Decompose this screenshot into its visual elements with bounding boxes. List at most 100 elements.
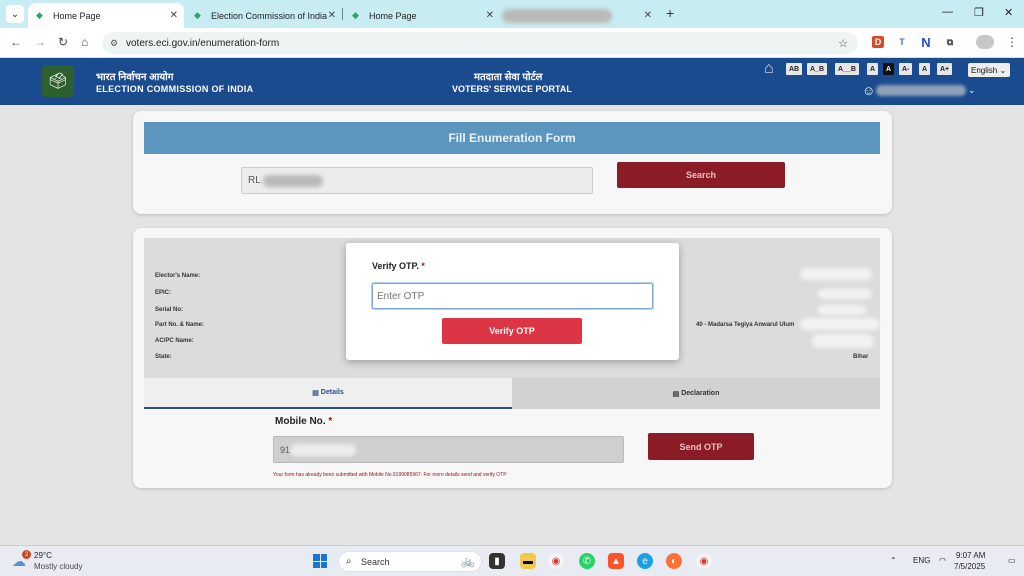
font-normal-button[interactable]: A bbox=[919, 63, 931, 75]
search-button[interactable]: Search bbox=[617, 162, 785, 188]
bicycle-icon: 🚲 bbox=[461, 556, 475, 568]
url-text: voters.eci.gov.in/enumeration-form bbox=[126, 37, 280, 49]
input-language[interactable]: ENG bbox=[913, 556, 930, 565]
wifi-icon[interactable]: ◠ bbox=[939, 556, 946, 565]
eci-site-header: 🗳 भारत निर्वाचन आयोग ELECTION COMMISSION… bbox=[0, 58, 1024, 105]
minimize-icon[interactable]: — bbox=[942, 6, 953, 18]
mobile-label-text: Mobile No. bbox=[275, 416, 326, 427]
chrome-profile-icon[interactable]: ◉ bbox=[696, 553, 712, 569]
taskbar-search[interactable]: ⌕ Search 🚲 bbox=[338, 551, 482, 572]
form-tabs: ▤ Details ▤ Declaration bbox=[144, 378, 880, 409]
site-info-icon[interactable]: ⚙ bbox=[110, 38, 118, 49]
eci-favicon-icon: ◆ bbox=[36, 10, 43, 20]
close-icon[interactable]: ✕ bbox=[644, 10, 652, 21]
verify-otp-button[interactable]: Verify OTP bbox=[442, 318, 582, 344]
font-increase-button[interactable]: A+ bbox=[937, 63, 953, 75]
redacted-value bbox=[818, 289, 872, 299]
eci-favicon-icon: ◆ bbox=[352, 10, 359, 20]
windows-start-icon[interactable] bbox=[313, 554, 327, 568]
redacted-tab-title bbox=[502, 9, 612, 23]
search-label: Search bbox=[361, 556, 390, 567]
tab-title: Election Commission of India bbox=[211, 10, 328, 21]
reload-icon[interactable]: ↻ bbox=[58, 35, 68, 49]
redacted-value bbox=[800, 318, 880, 330]
accessibility-dark-theme[interactable]: A bbox=[883, 63, 895, 75]
redacted-mobile bbox=[290, 443, 357, 456]
serial-no-label: Serial No: bbox=[155, 307, 184, 313]
required-mark: * bbox=[328, 416, 333, 427]
windows-taskbar: ☁ 2 29°C Mostly cloudy ⌕ Search 🚲 ▮ ▬ ◉ … bbox=[0, 545, 1024, 576]
firefox-icon[interactable]: ◐ bbox=[666, 553, 682, 569]
restore-icon[interactable]: ❐ bbox=[974, 6, 984, 19]
browser-menu-icon[interactable]: ⋮ bbox=[1006, 35, 1018, 49]
chevron-up-icon[interactable]: ⌃ bbox=[890, 556, 897, 565]
notification-icon[interactable]: ▭ bbox=[1008, 556, 1016, 565]
chrome-icon[interactable]: ◉ bbox=[548, 553, 564, 569]
redacted-value bbox=[800, 268, 872, 280]
home-icon[interactable]: ⌂ bbox=[81, 35, 88, 49]
mobile-value: 91 bbox=[280, 444, 291, 455]
tab-home-page[interactable]: ◆ Home Page ✕ bbox=[28, 3, 184, 28]
tab-home-page-2[interactable]: ◆ Home Page ✕ bbox=[344, 3, 500, 28]
required-mark: * bbox=[421, 261, 425, 271]
tab-election-commission[interactable]: ◆ Election Commission of India ✕ bbox=[186, 3, 342, 28]
tab-details-label: Details bbox=[320, 389, 344, 396]
address-bar[interactable]: ⚙ voters.eci.gov.in/enumeration-form ☆ bbox=[102, 32, 858, 54]
file-explorer-icon[interactable]: ▬ bbox=[520, 553, 536, 569]
font-decrease-button[interactable]: A- bbox=[899, 63, 913, 75]
otp-input[interactable] bbox=[371, 282, 654, 310]
accessibility-light-theme[interactable]: A bbox=[867, 63, 879, 75]
translate-extension-icon[interactable]: T bbox=[896, 36, 908, 48]
org-name-hindi: भारत निर्वाचन आयोग bbox=[96, 72, 174, 83]
language-select[interactable]: English ⌄ bbox=[968, 63, 1010, 77]
bookmark-star-icon[interactable]: ☆ bbox=[838, 37, 848, 50]
tab-title: Home Page bbox=[53, 10, 101, 21]
close-icon[interactable]: ✕ bbox=[328, 10, 336, 21]
accessibility-spacing-2[interactable]: A_B bbox=[807, 63, 828, 75]
accessibility-spacing-1[interactable]: AB bbox=[786, 63, 803, 75]
redacted-epic bbox=[262, 174, 323, 187]
edge-icon[interactable]: e bbox=[637, 553, 653, 569]
tab-redacted[interactable]: ✕ bbox=[502, 3, 658, 28]
user-icon[interactable]: ☺ bbox=[862, 83, 875, 98]
send-otp-button[interactable]: Send OTP bbox=[648, 433, 754, 460]
extension-icon-1[interactable]: D bbox=[872, 36, 884, 48]
state-label: State: bbox=[155, 354, 172, 360]
close-window-icon[interactable]: ✕ bbox=[1004, 6, 1013, 19]
epic-search-input[interactable]: RL bbox=[241, 167, 593, 194]
home-icon[interactable]: ⌂ bbox=[764, 60, 774, 78]
back-icon[interactable]: ← bbox=[10, 35, 22, 49]
clock-time[interactable]: 9:07 AM bbox=[956, 551, 985, 560]
extensions-puzzle-icon[interactable]: ⧉ bbox=[944, 36, 956, 48]
redacted-user-name bbox=[876, 85, 966, 96]
clock-date[interactable]: 7/5/2025 bbox=[954, 562, 985, 571]
mobile-input[interactable]: 91 bbox=[273, 436, 624, 463]
whatsapp-icon[interactable]: ✆ bbox=[579, 553, 595, 569]
state-value: Bihar bbox=[853, 354, 869, 360]
tab-search-button[interactable]: ⌄ bbox=[6, 5, 24, 23]
portal-name-english: VOTERS' SERVICE PORTAL bbox=[452, 84, 572, 94]
new-tab-button[interactable]: + bbox=[666, 5, 674, 21]
elector-name-label: Elector's Name: bbox=[155, 273, 201, 279]
forward-icon[interactable]: → bbox=[34, 35, 46, 49]
browser-toolbar: ← → ↻ ⌂ ⚙ voters.eci.gov.in/enumeration-… bbox=[0, 28, 1024, 58]
search-icon: ⌕ bbox=[346, 556, 352, 567]
verify-otp-modal: Verify OTP. * Verify OTP bbox=[346, 243, 679, 360]
weather-badge: 2 bbox=[22, 550, 31, 559]
mobile-label: Mobile No. * bbox=[275, 416, 332, 427]
profile-avatar[interactable] bbox=[976, 35, 994, 49]
chevron-down-icon[interactable]: ⌄ bbox=[968, 85, 976, 96]
tab-details[interactable]: ▤ Details bbox=[144, 378, 512, 409]
portal-name-hindi: मतदाता सेवा पोर्टल bbox=[474, 72, 543, 83]
close-icon[interactable]: ✕ bbox=[486, 10, 494, 21]
redacted-value bbox=[812, 334, 874, 348]
part-value: 40 - Madarsa Tegiya Anwarul Ulum bbox=[696, 322, 795, 328]
tab-declaration[interactable]: ▤ Declaration bbox=[512, 378, 880, 409]
accessibility-spacing-3[interactable]: A__B bbox=[835, 63, 859, 75]
task-view-icon[interactable]: ▮ bbox=[489, 553, 505, 569]
language-value: English bbox=[971, 65, 998, 75]
tab-title: Home Page bbox=[369, 10, 417, 21]
extension-icon-n[interactable]: N bbox=[920, 35, 932, 50]
close-icon[interactable]: ✕ bbox=[170, 10, 178, 21]
brave-icon[interactable]: ▲ bbox=[608, 553, 624, 569]
